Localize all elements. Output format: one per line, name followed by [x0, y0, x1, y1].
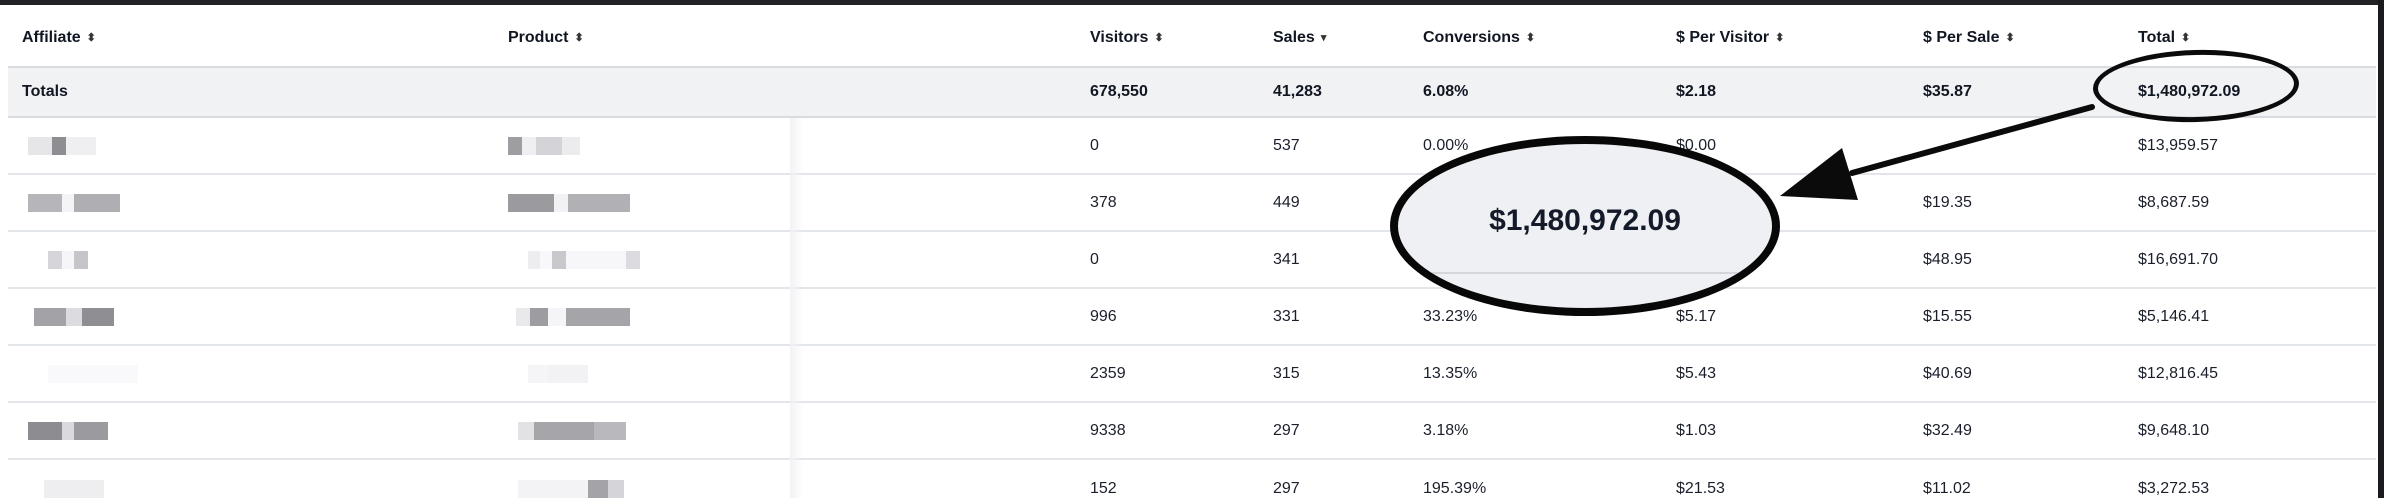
redacted-product: [528, 250, 640, 269]
redacted-affiliate: [44, 479, 104, 498]
column-header-label: $ Per Visitor: [1676, 29, 1770, 46]
column-header-label: Sales: [1273, 29, 1315, 46]
cell-per-visitor: $5.43: [1676, 364, 1717, 382]
cell-conversions: 3.18%: [1423, 421, 1469, 439]
cell-conversions: 195.39%: [1423, 479, 1487, 497]
cell-total: $8,687.59: [2138, 193, 2210, 211]
table-row[interactable]: 9338 297 3.18% $1.03 $32.49 $9,648.10: [8, 403, 2376, 460]
sort-icon[interactable]: ⬍: [1775, 32, 1784, 44]
totals-per-visitor: $2.18: [1676, 83, 1717, 100]
redacted-product: [528, 364, 588, 383]
cell-per-visitor: $21.53: [1676, 479, 1725, 497]
redacted-affiliate: [28, 136, 96, 155]
cell-sales: 315: [1273, 364, 1300, 382]
cell-visitors: 378: [1090, 193, 1117, 211]
cell-visitors: 996: [1090, 307, 1117, 325]
column-header-label: Total: [2138, 29, 2176, 46]
cell-visitors: 9338: [1090, 421, 1126, 439]
cell-per-sale: $11.02: [1923, 479, 1971, 497]
table-row[interactable]: 0 341 $48.95 $16,691.70: [8, 232, 2376, 289]
cell-per-sale: $48.95: [1923, 250, 1972, 268]
table-header: Affiliate ⬍ Product ⬍ Visitors ⬍ Sales ▾…: [8, 10, 2376, 68]
column-header-affiliate[interactable]: Affiliate ⬍: [22, 10, 96, 66]
cell-total: $5,146.41: [2138, 307, 2210, 325]
table-row[interactable]: 2359 315 13.35% $5.43 $40.69 $12,816.45: [8, 346, 2376, 403]
sort-desc-icon[interactable]: ▾: [1321, 32, 1327, 44]
redacted-product: [516, 307, 630, 326]
redacted-affiliate: [34, 307, 114, 326]
cell-per-visitor: $1.03: [1676, 421, 1717, 439]
totals-row: Totals 678,550 41,283 6.08% $2.18 $35.87…: [8, 68, 2376, 118]
cell-per-sale: $15.55: [1923, 307, 1972, 325]
redacted-affiliate: [28, 193, 120, 212]
redacted-product: [518, 479, 624, 498]
cell-sales: 297: [1273, 421, 1300, 439]
column-header-visitors[interactable]: Visitors ⬍: [1090, 10, 1164, 66]
zoom-row-divider: [1398, 272, 1772, 274]
cell-per-sale: $19.35: [1923, 193, 1972, 211]
totals-visitors: 678,550: [1090, 83, 1148, 100]
sort-icon[interactable]: ⬍: [2181, 32, 2190, 44]
column-header-label: Conversions: [1423, 29, 1520, 46]
sort-icon[interactable]: ⬍: [2006, 32, 2015, 44]
column-header-sales[interactable]: Sales ▾: [1273, 10, 1326, 66]
table-row[interactable]: 996 331 33.23% $5.17 $15.55 $5,146.41: [8, 289, 2376, 346]
cell-total: $13,959.57: [2138, 136, 2219, 154]
redacted-affiliate: [28, 421, 108, 440]
cell-sales: 341: [1273, 250, 1300, 268]
zoom-callout: $1,480,972.09: [1390, 136, 1780, 316]
redacted-product: [508, 136, 580, 155]
cell-visitors: 2359: [1090, 364, 1126, 382]
cell-visitors: 0: [1090, 136, 1099, 154]
redacted-product: [508, 193, 630, 212]
column-header-conversions[interactable]: Conversions ⬍: [1423, 10, 1535, 66]
table-row[interactable]: 378 449 $19.35 $8,687.59: [8, 175, 2376, 232]
redaction-edge: [790, 118, 804, 498]
table-row[interactable]: 0 537 0.00% $0.00 $13,959.57: [8, 118, 2376, 175]
affiliate-report-table: Affiliate ⬍ Product ⬍ Visitors ⬍ Sales ▾…: [0, 5, 2384, 498]
column-header-label: $ Per Sale: [1923, 29, 2000, 46]
cell-per-sale: $32.49: [1923, 421, 1972, 439]
cell-sales: 297: [1273, 479, 1300, 497]
cell-visitors: 0: [1090, 250, 1099, 268]
cell-sales: 537: [1273, 136, 1300, 154]
cell-per-sale: $40.69: [1923, 364, 1972, 382]
redacted-affiliate: [48, 364, 138, 383]
totals-conversions: 6.08%: [1423, 83, 1469, 100]
cell-total: $16,691.70: [2138, 250, 2219, 268]
totals-sales: 41,283: [1273, 83, 1322, 100]
totals-label: Totals: [22, 83, 68, 100]
cell-total: $12,816.45: [2138, 364, 2219, 382]
cell-conversions: 13.35%: [1423, 364, 1478, 382]
sort-icon[interactable]: ⬍: [574, 32, 583, 44]
cell-sales: 449: [1273, 193, 1300, 211]
redacted-product: [518, 421, 626, 440]
totals-per-sale: $35.87: [1923, 83, 1972, 100]
screenshot-frame: Affiliate ⬍ Product ⬍ Visitors ⬍ Sales ▾…: [0, 0, 2384, 498]
window-edge: [2378, 0, 2384, 498]
redacted-affiliate: [48, 250, 88, 269]
column-header-per-visitor[interactable]: $ Per Visitor ⬍: [1676, 10, 1784, 66]
zoom-total-value: $1,480,972.09: [1489, 204, 1681, 237]
column-header-product[interactable]: Product ⬍: [508, 10, 584, 66]
column-header-per-sale[interactable]: $ Per Sale ⬍: [1923, 10, 2015, 66]
cell-visitors: 152: [1090, 479, 1117, 497]
cell-total: $9,648.10: [2138, 421, 2210, 439]
sort-icon[interactable]: ⬍: [87, 32, 96, 44]
cell-total: $3,272.53: [2138, 479, 2210, 497]
table-row[interactable]: 152 297 195.39% $21.53 $11.02 $3,272.53: [8, 460, 2376, 498]
column-header-label: Product: [508, 29, 569, 46]
column-header-label: Affiliate: [22, 29, 81, 46]
column-header-label: Visitors: [1090, 29, 1149, 46]
cell-sales: 331: [1273, 307, 1300, 325]
sort-icon[interactable]: ⬍: [1526, 32, 1535, 44]
sort-icon[interactable]: ⬍: [1154, 32, 1163, 44]
